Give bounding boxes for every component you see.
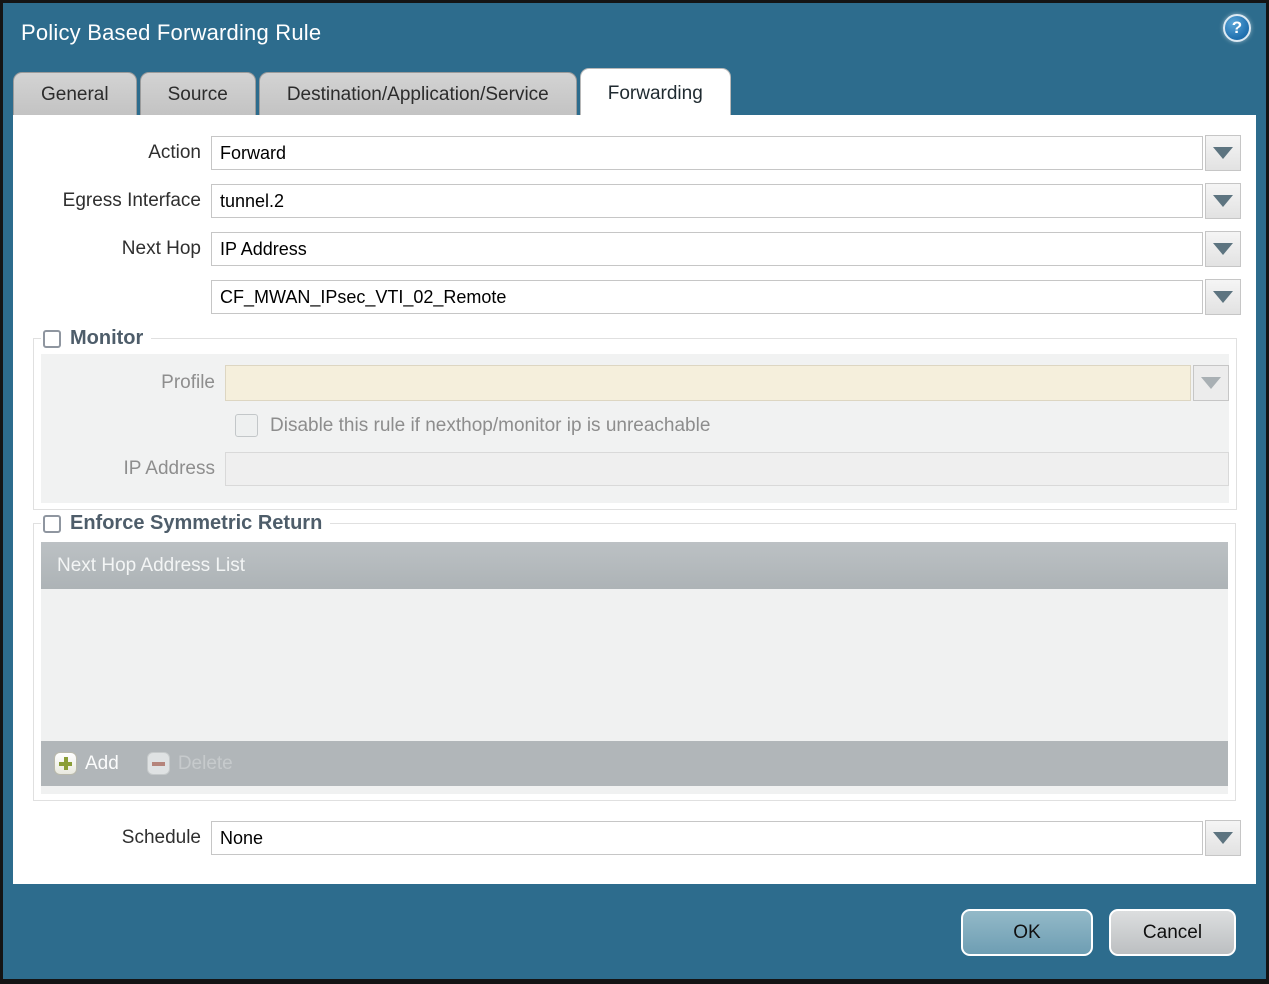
schedule-combo: None [211,820,1241,856]
tab-bar: General Source Destination/Application/S… [13,68,1256,115]
disable-rule-checkbox [235,414,258,437]
profile-label: Profile [161,372,215,393]
next-hop-address-row: CF_MWAN_IPsec_VTI_02_Remote [13,279,1256,315]
chevron-down-icon [1213,243,1233,255]
egress-interface-row: Egress Interface tunnel.2 [13,183,1256,219]
monitor-legend: Monitor [41,327,151,350]
next-hop-label: Next Hop [121,238,201,259]
symmetric-return-title: Enforce Symmetric Return [70,512,323,534]
add-button-label: Add [85,752,119,774]
grid-bottom-strip [41,786,1228,794]
chevron-down-icon [1213,291,1233,303]
help-icon[interactable]: ? [1223,14,1251,42]
monitor-fieldset: Monitor Profile Disable this rule if nex… [33,327,1237,510]
symmetric-return-legend: Enforce Symmetric Return [41,512,330,535]
delete-button: Delete [146,752,233,775]
monitor-ip-address-row: IP Address [41,452,1229,486]
profile-field [225,365,1191,401]
schedule-label: Schedule [121,827,201,848]
chevron-down-icon [1213,147,1233,159]
delete-button-label: Delete [177,752,233,774]
egress-interface-label: Egress Interface [62,190,201,211]
schedule-dropdown-button[interactable] [1205,820,1241,856]
profile-combo [225,365,1229,401]
action-label: Action [148,142,201,163]
add-plus-icon [54,752,77,775]
schedule-row: Schedule None [13,820,1256,856]
dialog-footer: OK Cancel [3,886,1266,979]
add-button[interactable]: Add [54,752,119,775]
next-hop-combo: IP Address [211,231,1241,267]
chevron-down-icon [1213,195,1233,207]
monitor-body: Profile Disable this rule if nexthop/mon… [41,354,1229,503]
schedule-field[interactable]: None [211,821,1203,855]
dialog-title: Policy Based Forwarding Rule [21,20,322,45]
chevron-down-icon [1201,377,1221,389]
next-hop-type-field[interactable]: IP Address [211,232,1203,266]
profile-dropdown-button [1193,365,1229,401]
action-dropdown-button[interactable] [1205,135,1241,171]
monitor-title: Monitor [70,327,144,349]
tab-destination-application-service[interactable]: Destination/Application/Service [258,72,577,115]
grid-column-header[interactable]: Next Hop Address List [41,542,1228,589]
disable-rule-row: Disable this rule if nexthop/monitor ip … [235,414,1229,437]
chevron-down-icon [1213,832,1233,844]
dialog-titlebar: Policy Based Forwarding Rule ? [3,3,1266,68]
action-field[interactable]: Forward [211,136,1203,170]
grid-body-empty[interactable] [41,589,1228,741]
action-combo: Forward [211,135,1241,171]
tab-general[interactable]: General [13,72,137,115]
monitor-checkbox[interactable] [43,329,61,348]
delete-minus-icon [146,752,170,775]
next-hop-dropdown-button[interactable] [1205,231,1241,267]
monitor-ip-address-label: IP Address [123,458,215,479]
action-row: Action Forward [13,135,1256,171]
egress-interface-field[interactable]: tunnel.2 [211,184,1203,218]
egress-interface-dropdown-button[interactable] [1205,183,1241,219]
cancel-button[interactable]: Cancel [1109,909,1236,956]
forwarding-tab-panel: Action Forward Egress Interface tunnel.2… [13,115,1256,884]
disable-rule-label: Disable this rule if nexthop/monitor ip … [270,414,711,436]
symmetric-return-checkbox[interactable] [43,514,61,533]
profile-row: Profile [41,365,1229,401]
ok-button[interactable]: OK [961,909,1093,956]
next-hop-row: Next Hop IP Address [13,231,1256,267]
next-hop-address-combo: CF_MWAN_IPsec_VTI_02_Remote [211,279,1241,315]
symmetric-return-fieldset: Enforce Symmetric Return Next Hop Addres… [33,512,1236,801]
egress-interface-combo: tunnel.2 [211,183,1241,219]
monitor-ip-address-field [225,452,1229,486]
tab-source[interactable]: Source [139,72,256,115]
next-hop-address-field[interactable]: CF_MWAN_IPsec_VTI_02_Remote [211,280,1203,314]
next-hop-address-dropdown-button[interactable] [1205,279,1241,315]
tab-forwarding[interactable]: Forwarding [579,68,731,115]
next-hop-address-list-grid: Next Hop Address List Add Delete [41,542,1228,794]
grid-toolbar: Add Delete [41,741,1228,786]
